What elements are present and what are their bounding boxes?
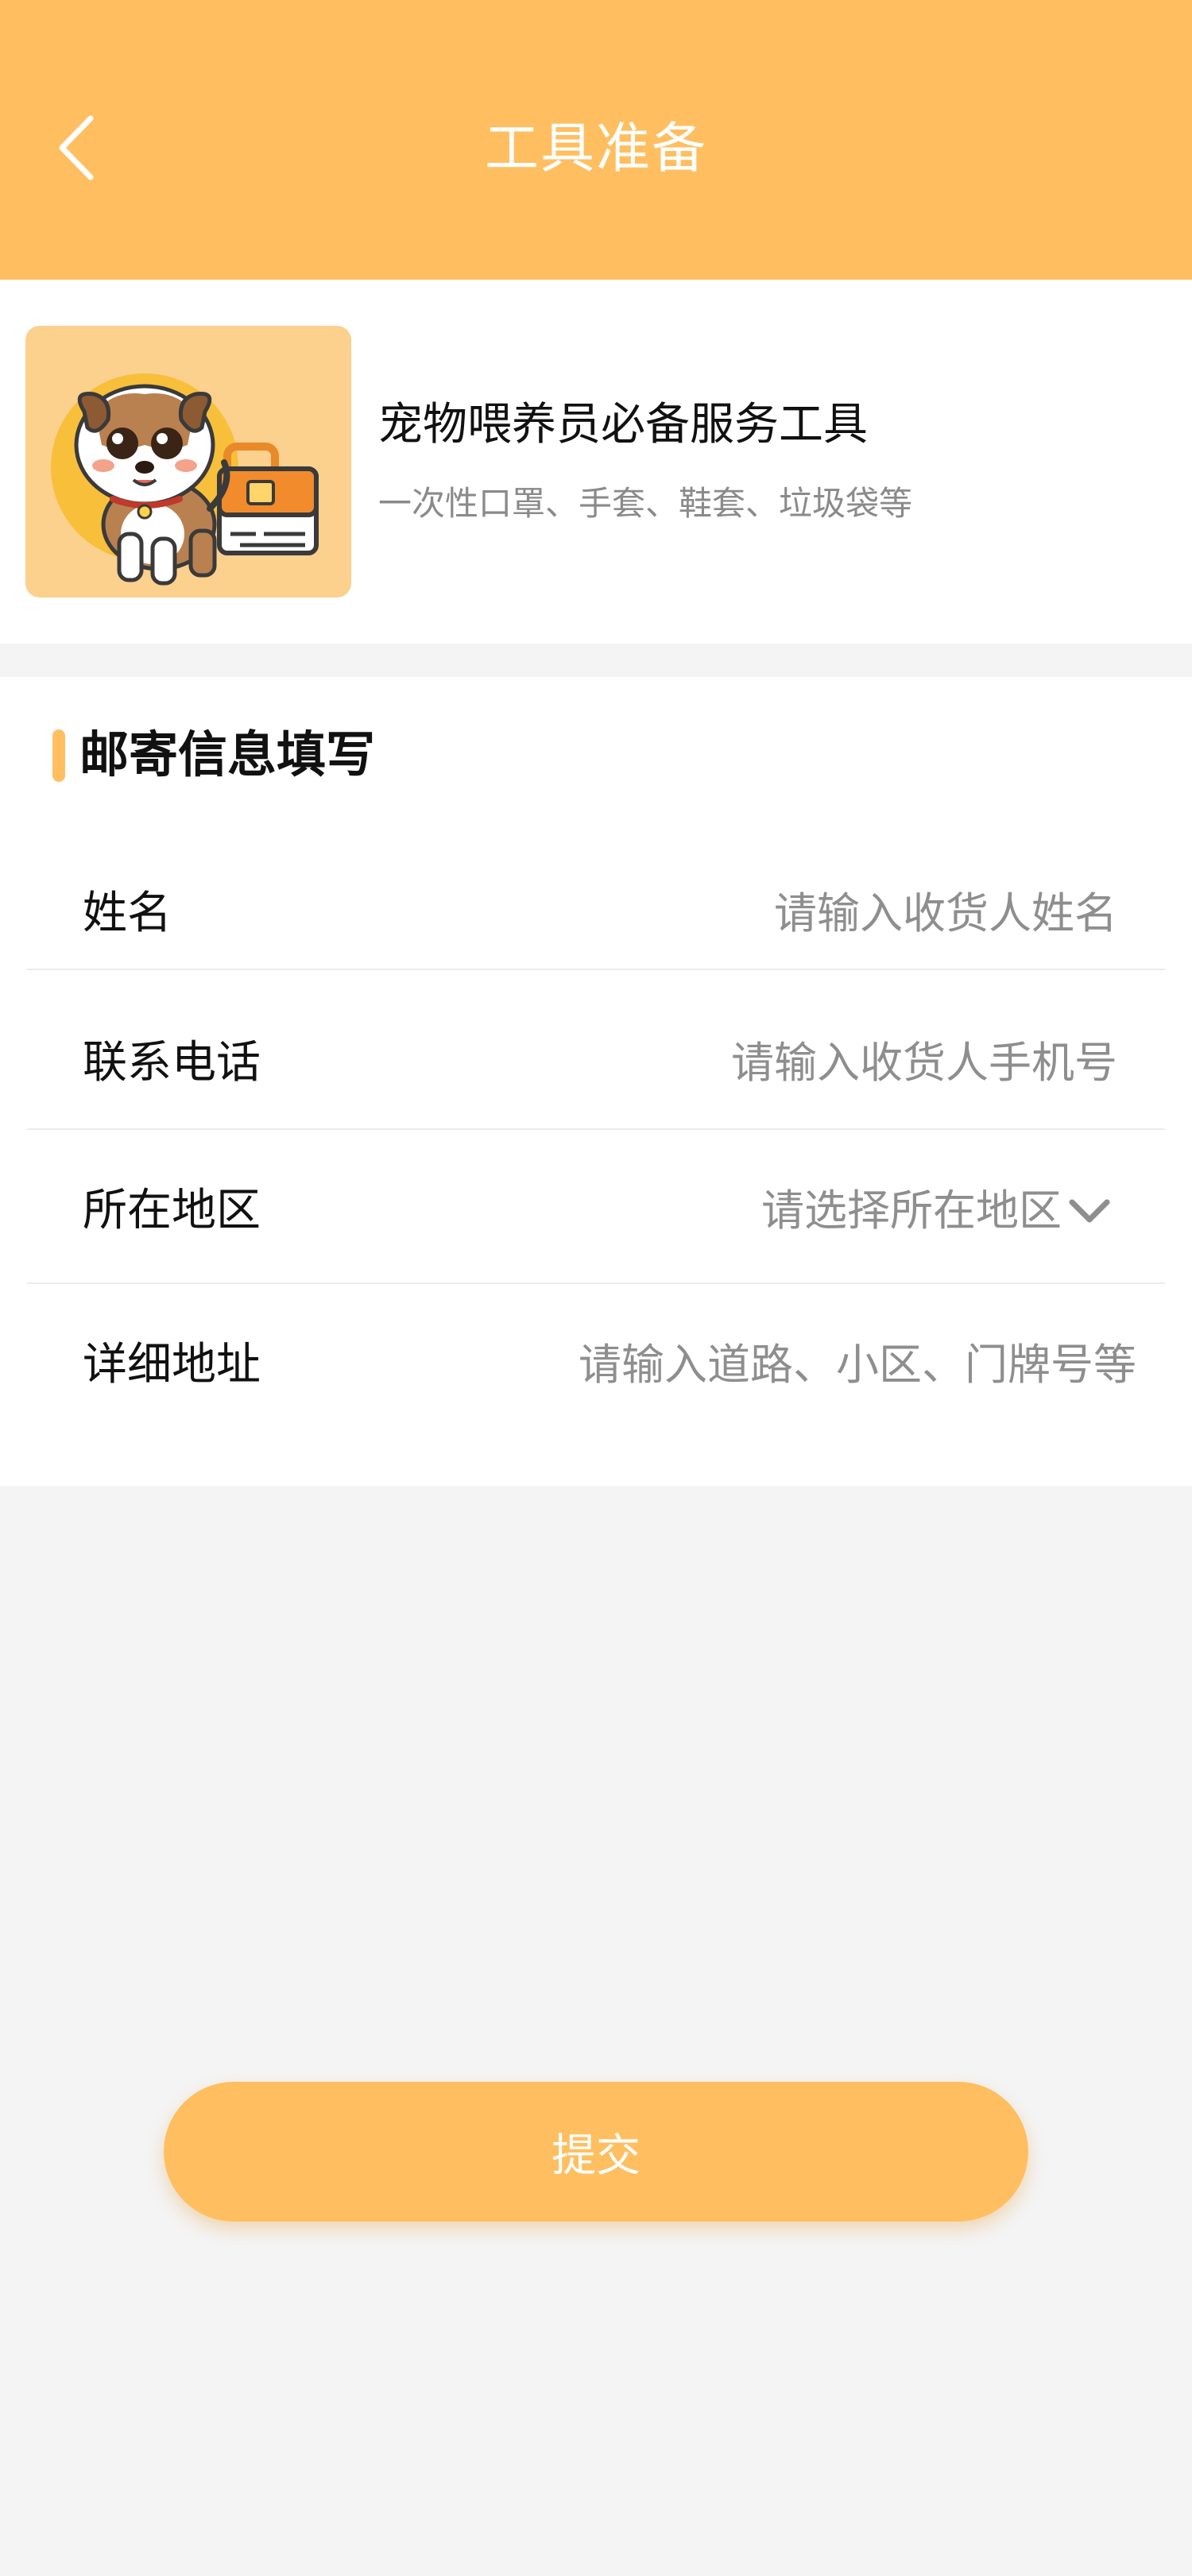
divider (27, 969, 1165, 970)
phone-input[interactable]: 请输入收货人手机号 (731, 1031, 1117, 1095)
product-card: 宠物喂养员必备服务工具 一次性口罩、手套、鞋套、垃圾袋等 (0, 280, 1192, 644)
region-select[interactable]: 请选择所在地区 (761, 1179, 1062, 1243)
section-title: 邮寄信息填写 (79, 725, 376, 783)
section-accent-bar (52, 729, 65, 782)
region-field[interactable]: 所在地区 请选择所在地区 (27, 1179, 1165, 1243)
header-bar: 工具准备 (0, 0, 1192, 280)
name-label: 姓名 (83, 888, 172, 939)
product-thumbnail (25, 326, 351, 598)
product-title: 宠物喂养员必备服务工具 (378, 399, 868, 451)
address-label: 详细地址 (83, 1339, 261, 1390)
divider (27, 1282, 1165, 1284)
chevron-down-icon[interactable] (1062, 1179, 1117, 1243)
shipping-form: 邮寄信息填写 姓名 请输入收货人姓名 联系电话 请输入收货人手机号 所在地区 请… (0, 677, 1192, 1486)
product-description: 一次性口罩、手套、鞋套、垃圾袋等 (378, 484, 913, 523)
address-field[interactable]: 详细地址 请输入道路、小区、门牌号等 (27, 1333, 1165, 1397)
region-label: 所在地区 (83, 1185, 261, 1236)
name-input[interactable]: 请输入收货人姓名 (774, 882, 1117, 946)
address-input[interactable]: 请输入道路、小区、门牌号等 (579, 1333, 1136, 1397)
phone-label: 联系电话 (83, 1037, 261, 1089)
submit-button[interactable]: 提交 (164, 2082, 1028, 2222)
name-field[interactable]: 姓名 请输入收货人姓名 (27, 882, 1165, 946)
phone-field[interactable]: 联系电话 请输入收货人手机号 (27, 1031, 1165, 1095)
dog-toolbox-illustration (51, 373, 319, 586)
page-title: 工具准备 (484, 118, 707, 180)
divider (27, 1128, 1165, 1130)
